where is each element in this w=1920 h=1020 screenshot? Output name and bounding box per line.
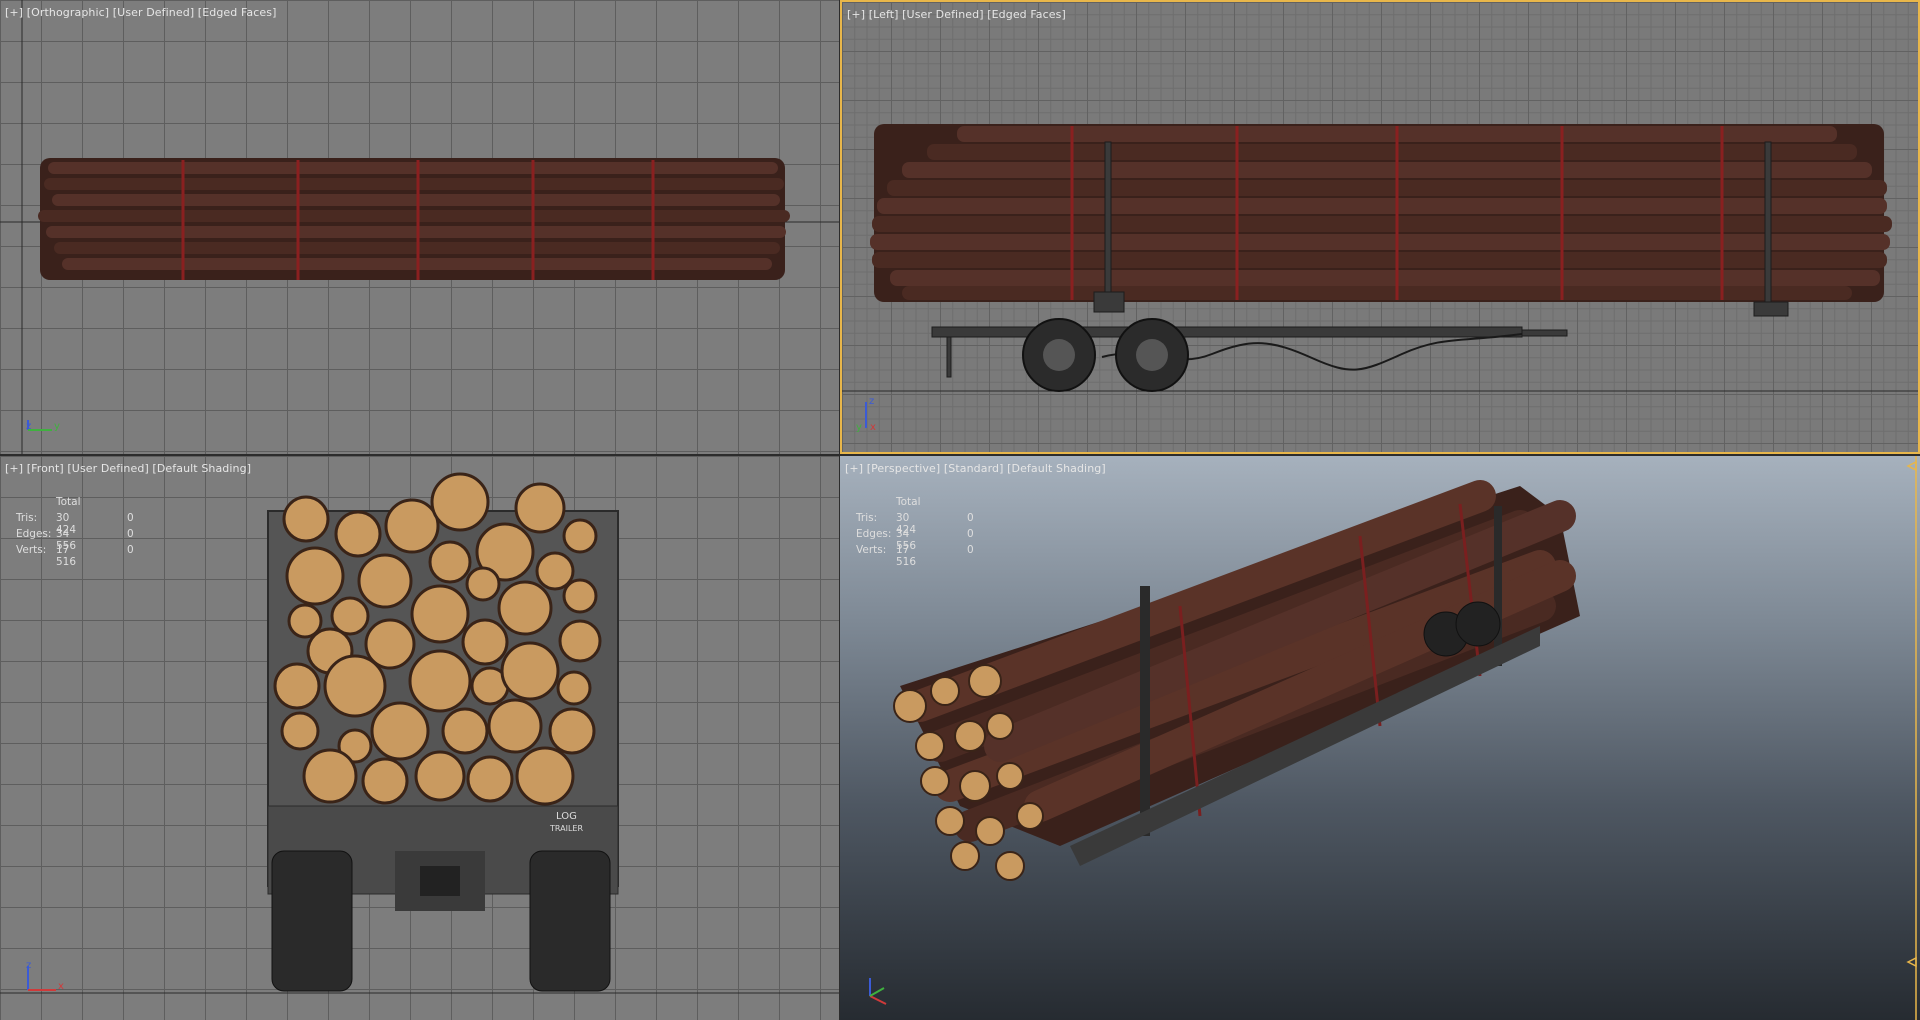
front-scene: LOG TRAILER z x	[0, 472, 839, 994]
log-bundle-top	[38, 158, 790, 280]
viewport-label-left[interactable]: [+] [Left] [User Defined] [Edged Faces]	[847, 8, 1066, 21]
viewport-label-front[interactable]: [+] [Front] [User Defined] [Default Shad…	[5, 462, 251, 475]
log-bundle-perspective	[893, 480, 1580, 881]
axis-z-label: z	[26, 960, 31, 971]
axis-x-label: x	[58, 981, 64, 992]
trailer-text-line2: TRAILER	[549, 824, 583, 833]
axis-y-label: y	[54, 421, 60, 432]
viewport-label-perspective[interactable]: [+] [Perspective] [Standard] [Default Sh…	[845, 462, 1106, 475]
axis-gizmo: z y	[26, 420, 60, 432]
viewport-splitter-horizontal[interactable]	[0, 454, 1920, 456]
axis-gizmo	[869, 978, 887, 1005]
axis-x-label: x	[870, 422, 876, 433]
stats-header: Total	[56, 496, 81, 508]
viewport-perspective[interactable]: [+] [Perspective] [Standard] [Default Sh…	[840, 456, 1920, 1020]
viewport-front[interactable]: LOG TRAILER z x [+] [Front] [User Define…	[0, 456, 839, 1020]
viewport-edge-markers	[1906, 456, 1917, 1020]
stats-header: Total	[896, 496, 921, 508]
viewport-splitter-vertical[interactable]	[839, 0, 840, 1020]
axis-gizmo: z x	[26, 960, 64, 992]
axis-gizmo: z y x	[856, 396, 876, 433]
perspective-scene	[869, 456, 1917, 1020]
axis-y-label: y	[856, 422, 862, 433]
trailer-text-line1: LOG	[556, 811, 577, 822]
axis-z-label: z	[26, 421, 31, 432]
axis-z-label: z	[869, 396, 874, 407]
viewport-orthographic[interactable]: z y [+] [Orthographic] [User Defined] [E…	[0, 0, 839, 454]
viewport-left[interactable]: z y x [+] [Left] [User Defined] [Edged F…	[840, 0, 1920, 454]
left-scene: z y x	[842, 124, 1918, 433]
orthographic-scene: z y	[0, 0, 839, 454]
log-bundle-side	[870, 124, 1892, 302]
viewport-label-orthographic[interactable]: [+] [Orthographic] [User Defined] [Edged…	[5, 6, 276, 19]
